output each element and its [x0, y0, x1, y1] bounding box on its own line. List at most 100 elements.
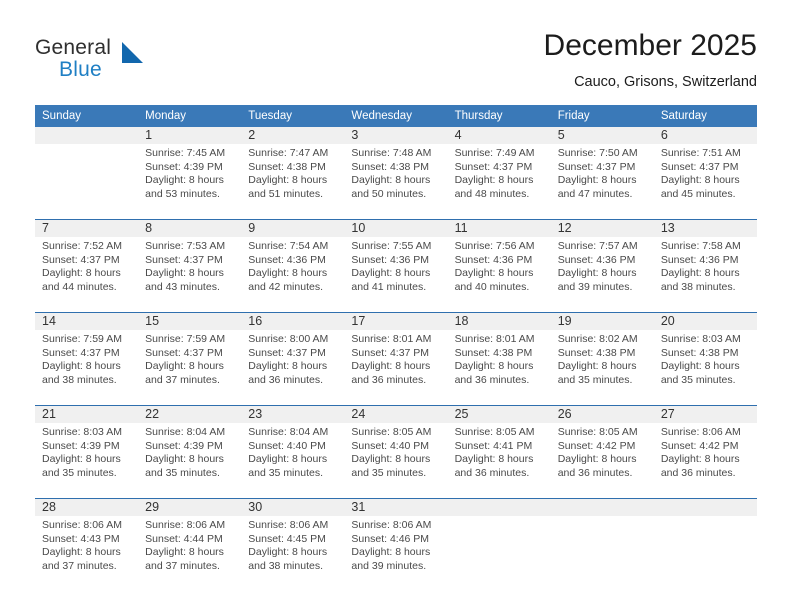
calendar-day-cell[interactable]: 9 Sunrise: 7:54 AM Sunset: 4:36 PM Daylight…	[241, 219, 345, 313]
sunset-text: Sunset: 4:43 PM	[42, 532, 120, 545]
calendar-day-cell-empty	[35, 127, 139, 220]
calendar-day-cell[interactable]: 27 Sunrise: 8:06 AM Sunset: 4:42 PM Dayligh…	[653, 405, 757, 499]
calendar-day-cell[interactable]: 5 Sunrise: 7:50 AM Sunset: 4:37 PM Daylight…	[550, 127, 654, 220]
daylight-text-line1: Daylight: 8 hours	[145, 360, 224, 373]
day-cell-content: 5 Sunrise: 7:50 AM Sunset: 4:37 PM Daylight…	[550, 127, 654, 219]
calendar-day-cell[interactable]: 4 Sunrise: 7:49 AM Sunset: 4:37 PM Daylight…	[447, 127, 551, 220]
calendar-day-cell[interactable]: 19 Sunrise: 8:02 AM Sunset: 4:38 PM Dayligh…	[550, 312, 654, 406]
calendar-day-cell[interactable]: 2 Sunrise: 7:47 AM Sunset: 4:38 PM Daylight…	[241, 127, 345, 220]
calendar-day-cell[interactable]: 10 Sunrise: 7:55 AM Sunset: 4:36 PM Dayligh…	[344, 219, 448, 313]
daylight-text-line1: Daylight: 8 hours	[351, 546, 431, 559]
day-cell-content: 15 Sunrise: 7:59 AM Sunset: 4:37 PM Dayligh…	[138, 313, 242, 405]
sunset-text: Sunset: 4:37 PM	[660, 160, 739, 173]
sunset-text: Sunset: 4:41 PM	[454, 439, 533, 452]
calendar-day-cell[interactable]: 31 Sunrise: 8:06 AM Sunset: 4:46 PM Dayligh…	[344, 498, 448, 591]
day-number: 31	[344, 499, 448, 516]
day-number: 14	[35, 313, 139, 330]
daylight-text-line1: Daylight: 8 hours	[351, 174, 431, 187]
calendar-day-cell[interactable]: 16 Sunrise: 8:00 AM Sunset: 4:37 PM Dayligh…	[241, 312, 345, 406]
calendar-day-cell[interactable]: 29 Sunrise: 8:06 AM Sunset: 4:44 PM Dayligh…	[138, 498, 242, 591]
day-number: 29	[138, 499, 242, 516]
daylight-text-line1: Daylight: 8 hours	[454, 360, 534, 373]
daylight-text-line1: Daylight: 8 hours	[42, 267, 121, 280]
sunset-text: Sunset: 4:38 PM	[557, 346, 636, 359]
calendar-day-cell[interactable]: 6 Sunrise: 7:51 AM Sunset: 4:37 PM Daylight…	[653, 127, 757, 220]
calendar-week-row: 21 Sunrise: 8:03 AM Sunset: 4:39 PM Dayligh…	[35, 405, 757, 499]
calendar-day-cell[interactable]: 12 Sunrise: 7:57 AM Sunset: 4:36 PM Dayligh…	[550, 219, 654, 313]
sunset-text: Sunset: 4:37 PM	[145, 253, 223, 266]
sun-times-detail: Sunrise: 8:00 AM Sunset: 4:37 PM Daylight:…	[241, 330, 344, 387]
sunrise-text: Sunrise: 8:05 AM	[351, 426, 432, 438]
daylight-text-line2: and 36 minutes.	[454, 373, 530, 386]
day-number	[447, 499, 551, 516]
calendar-day-cell[interactable]: 8 Sunrise: 7:53 AM Sunset: 4:37 PM Daylight…	[138, 219, 242, 313]
daylight-text-line1: Daylight: 8 hours	[660, 174, 740, 187]
daylight-text-line2: and 36 minutes.	[660, 466, 736, 479]
calendar-day-cell[interactable]: 18 Sunrise: 8:01 AM Sunset: 4:38 PM Dayligh…	[447, 312, 551, 406]
calendar-day-cell[interactable]: 23 Sunrise: 8:04 AM Sunset: 4:40 PM Dayligh…	[241, 405, 345, 499]
daylight-text-line2: and 42 minutes.	[248, 280, 323, 293]
calendar-day-cell[interactable]: 21 Sunrise: 8:03 AM Sunset: 4:39 PM Dayligh…	[35, 405, 139, 499]
calendar-day-cell-empty	[653, 498, 757, 591]
daylight-text-line2: and 53 minutes.	[145, 187, 220, 200]
day-cell-content: 18 Sunrise: 8:01 AM Sunset: 4:38 PM Dayligh…	[447, 313, 551, 405]
day-number: 25	[447, 406, 551, 423]
sunrise-text: Sunrise: 8:06 AM	[660, 426, 741, 438]
calendar-day-cell[interactable]: 7 Sunrise: 7:52 AM Sunset: 4:37 PM Daylight…	[35, 219, 139, 313]
sun-times-calendar: Sunday Monday Tuesday Wednesday Thursday Frid…	[35, 105, 757, 591]
calendar-day-cell[interactable]: 26 Sunrise: 8:05 AM Sunset: 4:42 PM Dayligh…	[550, 405, 654, 499]
weekday-header-sunday: Sunday	[35, 105, 139, 127]
day-cell-content: 3 Sunrise: 7:48 AM Sunset: 4:38 PM Daylight…	[344, 127, 448, 219]
calendar-body: 1 Sunrise: 7:45 AM Sunset: 4:39 PM Daylight…	[35, 127, 757, 591]
calendar-day-cell[interactable]: 30 Sunrise: 8:06 AM Sunset: 4:45 PM Dayligh…	[241, 498, 345, 591]
calendar-week-row: 1 Sunrise: 7:45 AM Sunset: 4:39 PM Daylight…	[35, 127, 757, 220]
calendar-day-cell[interactable]: 22 Sunrise: 8:04 AM Sunset: 4:39 PM Dayligh…	[138, 405, 242, 499]
sunset-text: Sunset: 4:37 PM	[454, 160, 533, 173]
calendar-day-cell[interactable]: 24 Sunrise: 8:05 AM Sunset: 4:40 PM Dayligh…	[344, 405, 448, 499]
sunrise-text: Sunrise: 8:06 AM	[145, 519, 226, 531]
sunrise-text: Sunrise: 7:51 AM	[660, 147, 741, 159]
daylight-text-line1: Daylight: 8 hours	[454, 174, 534, 187]
sunset-text: Sunset: 4:39 PM	[145, 160, 223, 173]
sunrise-text: Sunrise: 8:03 AM	[660, 333, 741, 345]
day-cell-content: 10 Sunrise: 7:55 AM Sunset: 4:36 PM Dayligh…	[344, 220, 448, 312]
daylight-text-line2: and 36 minutes.	[454, 466, 530, 479]
calendar-day-cell[interactable]: 20 Sunrise: 8:03 AM Sunset: 4:38 PM Dayligh…	[653, 312, 757, 406]
daylight-text-line2: and 40 minutes.	[454, 280, 530, 293]
sunrise-text: Sunrise: 7:59 AM	[145, 333, 226, 345]
day-cell-content: 22 Sunrise: 8:04 AM Sunset: 4:39 PM Dayligh…	[138, 406, 242, 498]
sunset-text: Sunset: 4:37 PM	[42, 253, 120, 266]
sunset-text: Sunset: 4:45 PM	[248, 532, 326, 545]
sunset-text: Sunset: 4:40 PM	[351, 439, 430, 452]
calendar-day-cell[interactable]: 1 Sunrise: 7:45 AM Sunset: 4:39 PM Daylight…	[138, 127, 242, 220]
sun-times-detail: Sunrise: 8:03 AM Sunset: 4:39 PM Daylight:…	[35, 423, 138, 480]
day-number: 19	[550, 313, 654, 330]
general-blue-logo[interactable]: General Blue	[35, 36, 215, 88]
weekday-header-wednesday: Wednesday	[344, 105, 448, 127]
daylight-text-line2: and 50 minutes.	[351, 187, 427, 200]
day-number: 22	[138, 406, 242, 423]
day-cell-content	[447, 499, 551, 591]
calendar-day-cell[interactable]: 11 Sunrise: 7:56 AM Sunset: 4:36 PM Dayligh…	[447, 219, 551, 313]
daylight-text-line1: Daylight: 8 hours	[454, 453, 534, 466]
sun-times-detail: Sunrise: 8:04 AM Sunset: 4:39 PM Daylight:…	[138, 423, 241, 480]
day-cell-content: 1 Sunrise: 7:45 AM Sunset: 4:39 PM Daylight…	[138, 127, 242, 219]
sunrise-text: Sunrise: 8:06 AM	[42, 519, 122, 531]
day-number: 13	[653, 220, 757, 237]
calendar-day-cell[interactable]: 17 Sunrise: 8:01 AM Sunset: 4:37 PM Dayligh…	[344, 312, 448, 406]
calendar-day-cell[interactable]: 15 Sunrise: 7:59 AM Sunset: 4:37 PM Dayligh…	[138, 312, 242, 406]
calendar-day-cell[interactable]: 13 Sunrise: 7:58 AM Sunset: 4:36 PM Dayligh…	[653, 219, 757, 313]
sunrise-text: Sunrise: 7:50 AM	[557, 147, 638, 159]
sunrise-text: Sunrise: 8:04 AM	[248, 426, 329, 438]
daylight-text-line1: Daylight: 8 hours	[42, 360, 121, 373]
calendar-day-cell[interactable]: 25 Sunrise: 8:05 AM Sunset: 4:41 PM Dayligh…	[447, 405, 551, 499]
day-number: 28	[35, 499, 139, 516]
calendar-day-cell[interactable]: 28 Sunrise: 8:06 AM Sunset: 4:43 PM Dayligh…	[35, 498, 139, 591]
daylight-text-line2: and 44 minutes.	[42, 280, 117, 293]
calendar-day-cell[interactable]: 14 Sunrise: 7:59 AM Sunset: 4:37 PM Dayligh…	[35, 312, 139, 406]
day-cell-content: 8 Sunrise: 7:53 AM Sunset: 4:37 PM Daylight…	[138, 220, 242, 312]
sunset-text: Sunset: 4:38 PM	[248, 160, 326, 173]
day-number: 20	[653, 313, 757, 330]
sunset-text: Sunset: 4:36 PM	[248, 253, 326, 266]
calendar-day-cell[interactable]: 3 Sunrise: 7:48 AM Sunset: 4:38 PM Daylight…	[344, 127, 448, 220]
